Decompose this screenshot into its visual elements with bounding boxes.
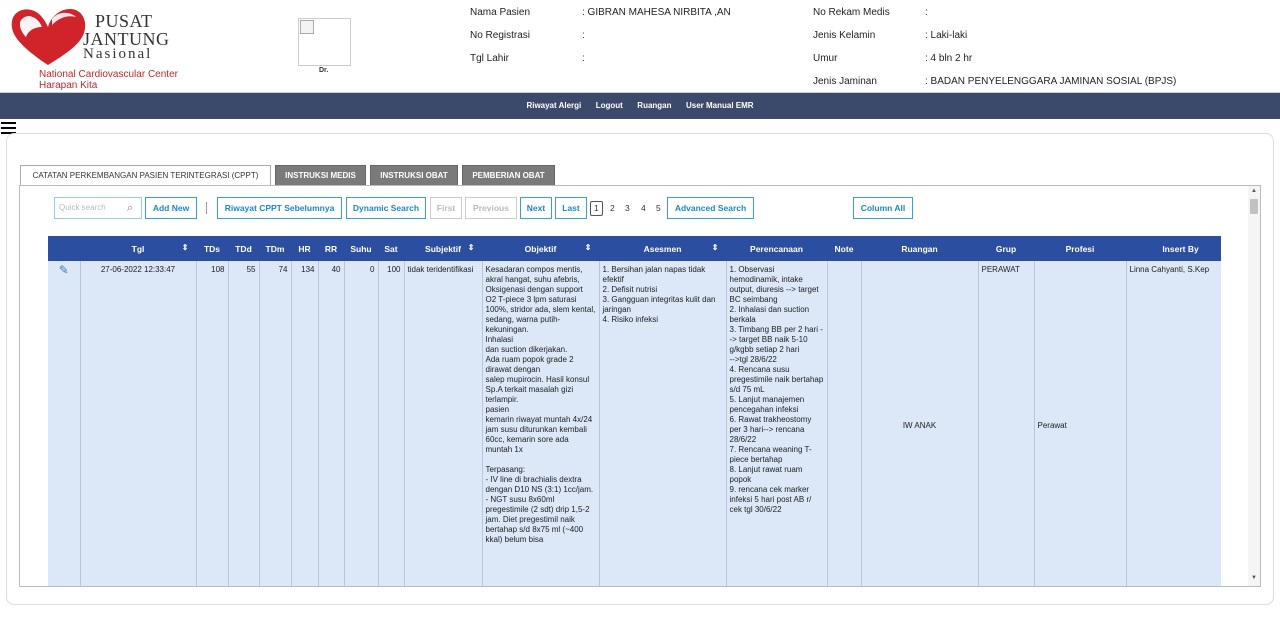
dynamic-search-button[interactable]: Dynamic Search	[346, 197, 426, 219]
search-placeholder: Quick search	[59, 203, 106, 212]
logo-subtitle: National Cardiovascular Center	[39, 69, 178, 80]
col-header-grup[interactable]: Grup	[978, 236, 1035, 261]
registration-label: No Registrasi	[470, 30, 531, 41]
doctor-photo	[298, 18, 351, 66]
col-header-suhu[interactable]: Suhu	[344, 236, 379, 261]
top-nav: Riwayat Alergi Logout Ruangan User Manua…	[0, 93, 1280, 119]
cell-suhu: 0	[344, 261, 379, 586]
hospital-logo: PUSAT JANTUNG Nasional National Cardiova…	[5, 2, 178, 91]
cell-tds: 108	[196, 261, 229, 586]
col-header-asesmen[interactable]: Asesmen ⇕	[599, 236, 727, 261]
broken-image-icon	[300, 20, 314, 34]
add-new-button[interactable]: Add New	[145, 197, 197, 219]
patient-name-value: : GIBRAN MAHESA NIRBITA ,AN	[582, 7, 731, 18]
next-page-button[interactable]: Next	[520, 197, 552, 219]
cell-grup: PERAWAT	[978, 261, 1035, 586]
col-header-tdd[interactable]: TDd	[228, 236, 260, 261]
cell-tdd: 55	[228, 261, 260, 586]
cell-note	[827, 261, 862, 586]
col-header-action	[48, 236, 81, 261]
sort-icon[interactable]: ⇕	[585, 243, 592, 252]
cell-insert-by: Linna Cahyanti, S.Kep	[1126, 261, 1221, 586]
logo-text-nasional: Nasional	[83, 46, 153, 62]
nav-riwayat-alergi[interactable]: Riwayat Alergi	[526, 93, 581, 119]
tab-instruksi-obat[interactable]: INSTRUKSI OBAT	[370, 165, 458, 185]
edit-cell[interactable]: ✎	[48, 261, 81, 586]
advanced-search-button[interactable]: Advanced Search	[667, 197, 754, 219]
cell-ruangan: IW ANAK	[861, 261, 979, 586]
app-header: PUSAT JANTUNG Nasional National Cardiova…	[0, 0, 1280, 93]
patient-name-label: Nama Pasien	[470, 7, 531, 18]
col-header-tds[interactable]: TDs	[196, 236, 229, 261]
page-1[interactable]: 1	[590, 201, 603, 216]
col-header-note[interactable]: Note	[827, 236, 862, 261]
cell-rr: 40	[318, 261, 345, 586]
col-header-hr[interactable]: HR	[291, 236, 319, 261]
first-page-button[interactable]: First	[430, 197, 462, 219]
sort-icon[interactable]: ⇕	[468, 243, 475, 252]
nav-logout[interactable]: Logout	[596, 93, 623, 119]
col-header-perencanaan[interactable]: Perencanaan	[726, 236, 828, 261]
col-header-insert-by[interactable]: Insert By	[1126, 236, 1221, 261]
sort-icon[interactable]: ⇕	[712, 243, 719, 252]
nav-ruangan[interactable]: Ruangan	[637, 93, 671, 119]
col-header-rr[interactable]: RR	[318, 236, 345, 261]
page-5[interactable]: 5	[656, 203, 661, 213]
cell-sat: 100	[378, 261, 405, 586]
cppt-table-container: Tgl ⇕ TDs TDd TDm HR RR Suhu Sat Subjekti…	[48, 236, 1221, 586]
age-value: : 4 bln 2 hr	[925, 53, 973, 64]
vertical-scrollbar[interactable]: ▲ ▼	[1248, 186, 1260, 586]
col-header-sat[interactable]: Sat	[378, 236, 405, 261]
cell-hr: 134	[291, 261, 319, 586]
nav-user-manual[interactable]: User Manual EMR	[686, 93, 754, 119]
cell-tdm: 74	[259, 261, 292, 586]
scroll-down-icon[interactable]: ▼	[1251, 575, 1257, 581]
page-3[interactable]: 3	[625, 203, 630, 213]
col-header-profesi[interactable]: Profesi	[1034, 236, 1127, 261]
cell-objektif: Kesadaran compos mentis, akral hangat, s…	[482, 261, 600, 586]
sort-icon[interactable]: ⇕	[182, 243, 189, 252]
doctor-label: Dr.	[319, 67, 329, 74]
cell-perencanaan: 1. Observasi hemodinamik, intake output,…	[726, 261, 828, 586]
birthdate-label: Tgl Lahir	[470, 53, 509, 64]
riwayat-cppt-button[interactable]: Riwayat CPPT Sebelumnya	[217, 197, 342, 219]
registration-value: :	[582, 30, 585, 41]
heart-logo-icon	[11, 9, 86, 65]
col-header-objektif[interactable]: Objektif ⇕	[482, 236, 600, 261]
table-header-row: Tgl ⇕ TDs TDd TDm HR RR Suhu Sat Subjekti…	[48, 236, 1221, 261]
medical-record-label: No Rekam Medis	[813, 7, 890, 18]
quick-search-input[interactable]: Quick search ⌕	[54, 197, 142, 219]
insurance-label: Jenis Jaminan	[813, 76, 877, 87]
sex-value: : Laki-laki	[925, 30, 968, 41]
col-header-subjektif[interactable]: Subjektif ⇕	[404, 236, 483, 261]
tab-pemberian-obat[interactable]: PEMBERIAN OBAT	[462, 165, 555, 185]
age-label: Umur	[813, 53, 838, 64]
last-page-button[interactable]: Last	[555, 197, 587, 219]
edit-pencil-icon[interactable]: ✎	[59, 263, 69, 277]
table-row[interactable]: ✎ 27-06-2022 12:33:47 108 55 74 134 40 0…	[48, 261, 1221, 586]
column-all-button[interactable]: Column All	[853, 197, 913, 219]
sex-label: Jenis Kelamin	[813, 30, 876, 41]
tab-instruksi-medis[interactable]: INSTRUKSI MEDIS	[275, 165, 366, 185]
col-header-tdm[interactable]: TDm	[259, 236, 292, 261]
search-icon[interactable]: ⌕	[127, 202, 133, 215]
cppt-table: Tgl ⇕ TDs TDd TDm HR RR Suhu Sat Subjekti…	[48, 236, 1221, 586]
previous-page-button[interactable]: Previous	[465, 197, 517, 219]
logo-subtitle-2: Harapan Kita	[39, 80, 98, 91]
cell-tgl: 27-06-2022 12:33:47	[80, 261, 197, 586]
cell-subjektif: tidak teridentifikasi	[404, 261, 483, 586]
cell-asesmen: 1. Bersihan jalan napas tidak efektif 2.…	[599, 261, 727, 586]
col-header-ruangan[interactable]: Ruangan	[861, 236, 979, 261]
cell-profesi: Perawat	[1034, 261, 1127, 586]
tab-cppt[interactable]: CATATAN PERKEMBANGAN PASIEN TERINTEGRASI…	[20, 165, 271, 185]
medical-record-value: :	[925, 7, 928, 18]
birthdate-value: :	[582, 53, 585, 64]
toolbar-divider	[206, 202, 207, 214]
scroll-thumb[interactable]	[1250, 199, 1258, 214]
page-4[interactable]: 4	[641, 203, 646, 213]
insurance-value: : BADAN PENYELENGGARA JAMINAN SOSIAL (BP…	[925, 76, 1177, 87]
col-header-tgl[interactable]: Tgl ⇕	[80, 236, 197, 261]
page-2[interactable]: 2	[610, 203, 615, 213]
scroll-up-icon[interactable]: ▲	[1251, 188, 1257, 194]
